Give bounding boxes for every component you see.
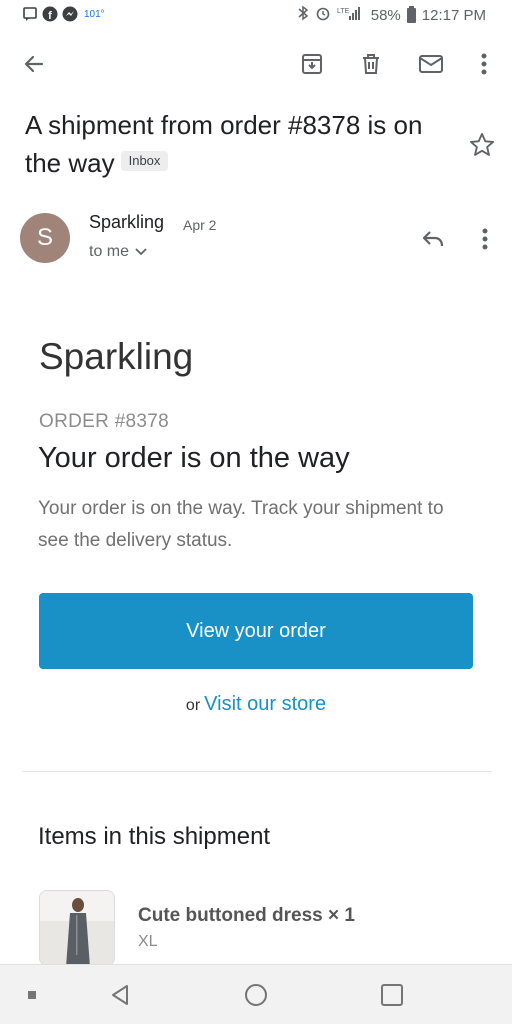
recipient-details-toggle[interactable]: to me (89, 243, 147, 261)
more-vert-icon (482, 228, 488, 250)
star-icon (469, 132, 495, 156)
back-button[interactable] (16, 46, 52, 82)
more-vert-icon (481, 53, 487, 75)
items-heading: Items in this shipment (38, 823, 271, 850)
navigation-bar (0, 964, 512, 1024)
shop-name: Sparkling (39, 336, 194, 377)
messenger-icon (62, 6, 78, 22)
product-variant: XL (138, 933, 158, 950)
inbox-label-chip[interactable]: Inbox (120, 151, 169, 172)
reply-icon (422, 231, 444, 247)
signal-icon: LTE (337, 5, 365, 25)
alarm-icon (315, 5, 331, 25)
sender-more-button[interactable] (470, 222, 500, 256)
mail-icon (419, 55, 443, 73)
archive-icon (302, 54, 322, 74)
chevron-down-icon (135, 248, 147, 256)
product-image[interactable] (39, 890, 115, 966)
store-prefix: or (185, 697, 201, 714)
delete-icon (363, 54, 379, 74)
clock: 12:17 PM (421, 6, 486, 24)
recents-square-icon (381, 984, 403, 1006)
divider (22, 771, 492, 772)
sender-avatar[interactable]: S (20, 213, 70, 263)
back-triangle-icon (112, 985, 128, 1005)
order-number: ORDER #8378 (39, 411, 170, 432)
home-circle-icon (245, 984, 267, 1006)
svg-text:LTE: LTE (337, 8, 350, 15)
svg-text:f: f (48, 10, 52, 22)
recipient-text: to me (89, 243, 130, 260)
mark-unread-button[interactable] (413, 46, 449, 82)
email-subject: A shipment from order #8378 is on the wa… (25, 106, 455, 182)
nav-back-button[interactable] (104, 979, 136, 1011)
view-order-button[interactable]: View your order (39, 593, 473, 669)
bluetooth-icon (297, 5, 309, 25)
nav-dot-button[interactable] (16, 979, 48, 1011)
store-line: or Visit our store (0, 693, 512, 716)
nav-home-button[interactable] (240, 979, 272, 1011)
temperature: 101° (84, 8, 105, 20)
message-icon (22, 6, 38, 22)
order-description: Your order is on the way. Track your shi… (38, 498, 444, 551)
archive-button[interactable] (294, 46, 330, 82)
sender-name: Sparkling (89, 212, 165, 232)
dot-icon (28, 991, 36, 999)
battery-percent: 58% (370, 6, 401, 24)
facebook-icon: f (42, 6, 58, 22)
nav-recents-button[interactable] (376, 979, 408, 1011)
subject-text: A shipment from order #8378 is on the wa… (25, 110, 423, 178)
email-date: Apr 2 (183, 217, 217, 233)
visit-store-link[interactable]: Visit our store (204, 693, 326, 715)
more-options-button[interactable] (466, 46, 502, 82)
reply-button[interactable] (416, 222, 450, 256)
status-bar: f 101° LTE 58% 12:17 PM (0, 0, 512, 32)
product-name: Cute buttoned dress × 1 (138, 905, 355, 926)
order-heading: Your order is on the way (38, 442, 350, 474)
delete-button[interactable] (353, 46, 389, 82)
email-toolbar (0, 32, 512, 96)
battery-icon (406, 5, 416, 23)
back-arrow-icon (24, 55, 44, 73)
star-button[interactable] (468, 131, 496, 159)
